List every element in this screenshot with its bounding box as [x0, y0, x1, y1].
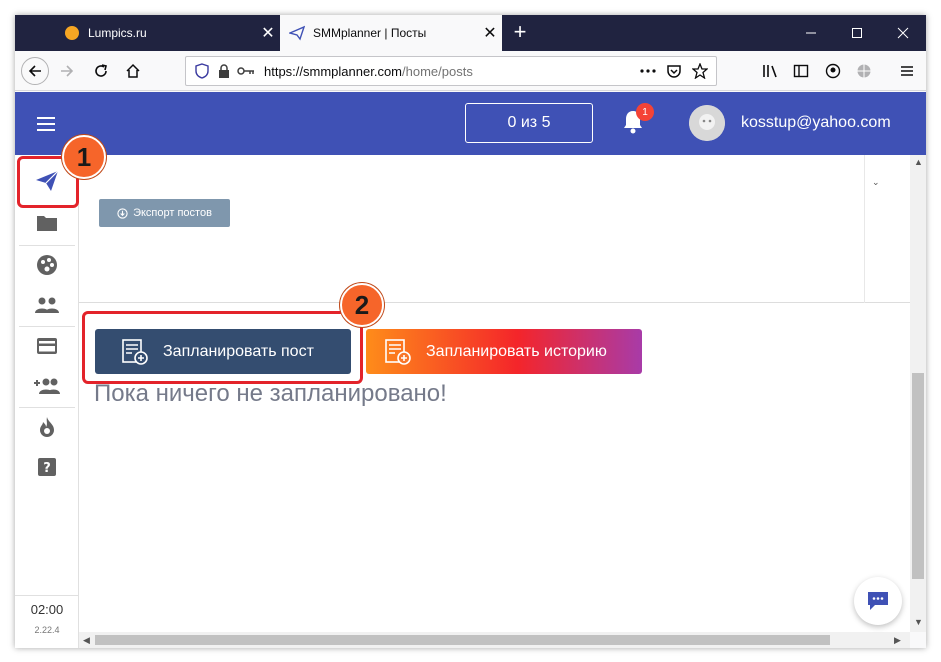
tab-close-icon[interactable]: ✕ — [478, 23, 502, 43]
pocket-icon[interactable] — [664, 61, 684, 81]
scroll-right-arrow-icon[interactable]: ▶ — [894, 635, 901, 646]
user-avatar[interactable] — [689, 105, 725, 141]
horizontal-scroll-thumb[interactable] — [95, 635, 830, 645]
forward-button[interactable] — [53, 57, 81, 85]
maximize-button[interactable] — [834, 15, 880, 51]
arrow-right-icon — [61, 65, 74, 77]
scroll-down-arrow-icon[interactable]: ▼ — [914, 617, 923, 627]
arrow-left-icon — [28, 65, 41, 77]
home-icon — [126, 63, 140, 78]
lumpics-favicon-icon — [64, 25, 80, 41]
url-host: https://smmplanner.com — [264, 63, 402, 79]
tab-strip: Lumpics.ru ✕ SMMplanner | Посты ✕ + — [15, 15, 926, 51]
help-icon: ? — [38, 458, 56, 476]
hamburger-icon — [901, 66, 913, 76]
highlight-box-schedule-post — [82, 311, 363, 384]
schedule-story-label: Запланировать историю — [426, 342, 607, 360]
sidebar-item-promo[interactable] — [15, 407, 79, 447]
more-actions-icon[interactable] — [638, 61, 658, 81]
vertical-scrollbar[interactable]: ▲ ▼ — [910, 155, 926, 632]
sidebar-item-social[interactable] — [15, 245, 79, 285]
menu-button[interactable] — [893, 57, 921, 85]
browser-window: Lumpics.ru ✕ SMMplanner | Посты ✕ + http… — [15, 15, 926, 648]
minimize-button[interactable] — [788, 15, 834, 51]
posts-counter-button[interactable]: 0 из 5 — [465, 103, 593, 143]
home-button[interactable] — [119, 57, 147, 85]
tab-smmplanner[interactable]: SMMplanner | Посты ✕ — [280, 15, 502, 51]
account-icon — [825, 63, 841, 79]
user-email[interactable]: kosstup@yahoo.com — [741, 114, 891, 132]
empty-state-message: Пока ничего не запланировано! — [94, 380, 447, 407]
sidebar-toggle-button[interactable] — [787, 57, 815, 85]
new-tab-button[interactable]: + — [508, 21, 532, 45]
fire-icon — [40, 417, 54, 437]
add-story-icon — [385, 338, 411, 365]
sidebar-item-invite[interactable] — [15, 366, 79, 406]
notification-badge: 1 — [636, 103, 654, 121]
tab-lumpics[interactable]: Lumpics.ru ✕ — [55, 15, 280, 51]
vertical-scroll-thumb[interactable] — [912, 373, 924, 579]
tab-title: SMMplanner | Посты — [313, 26, 427, 40]
schedule-story-button[interactable]: Запланировать историю — [366, 329, 642, 374]
horizontal-scrollbar[interactable]: ◀ ▶ — [79, 632, 910, 648]
people-icon — [35, 297, 59, 313]
tab-title: Lumpics.ru — [88, 26, 147, 40]
app-header: 0 из 5 1 kosstup@yahoo.com — [15, 92, 926, 155]
sidebar-item-folders[interactable] — [15, 203, 79, 243]
globe-icon — [857, 64, 871, 78]
globe-button[interactable] — [850, 57, 878, 85]
chat-button[interactable] — [854, 577, 902, 625]
scroll-left-arrow-icon[interactable]: ◀ — [83, 635, 90, 646]
scroll-up-arrow-icon[interactable]: ▲ — [914, 157, 923, 167]
palette-icon — [37, 255, 57, 275]
add-people-icon — [34, 378, 60, 394]
main-content: Экспорт постов ⌄ Запланировать пост Запл… — [79, 155, 910, 632]
inner-scrollbar[interactable]: ⌄ — [864, 155, 910, 303]
smmplanner-favicon-icon — [289, 25, 305, 41]
sidebar: ? 02:00 2.22.4 — [15, 155, 79, 648]
url-path: /home/posts — [402, 63, 473, 79]
chat-icon — [868, 592, 888, 610]
reload-icon — [95, 64, 107, 77]
step-marker-2: 2 — [340, 283, 384, 327]
export-panel: Экспорт постов ⌄ — [79, 155, 910, 303]
account-button[interactable] — [819, 57, 847, 85]
export-posts-button[interactable]: Экспорт постов — [99, 199, 230, 227]
chevron-down-icon[interactable]: ⌄ — [872, 177, 880, 188]
library-button[interactable] — [757, 57, 785, 85]
library-icon — [763, 65, 777, 78]
menu-toggle-icon[interactable] — [37, 117, 55, 131]
bookmark-star-icon[interactable] — [690, 61, 710, 81]
export-posts-label: Экспорт постов — [133, 207, 212, 219]
lock-icon[interactable] — [214, 61, 234, 81]
reload-button[interactable] — [87, 57, 115, 85]
back-button[interactable] — [21, 57, 49, 85]
shield-icon[interactable] — [192, 61, 212, 81]
app-version: 2.22.4 — [34, 625, 60, 635]
folder-icon — [37, 216, 57, 231]
tab-close-icon[interactable]: ✕ — [256, 23, 280, 43]
sidebar-item-help[interactable]: ? — [15, 447, 79, 487]
sidebar-item-accounts[interactable] — [15, 285, 79, 325]
url-text: https://smmplanner.com/home/posts — [264, 64, 632, 79]
url-bar[interactable]: https://smmplanner.com/home/posts — [185, 56, 717, 86]
credit-card-icon — [37, 338, 57, 354]
key-icon[interactable] — [236, 61, 256, 81]
sidebar-icon — [793, 64, 809, 78]
sidebar-item-billing[interactable] — [15, 326, 79, 366]
close-window-button[interactable] — [880, 15, 926, 51]
step-marker-1: 1 — [62, 135, 106, 179]
svg-text:?: ? — [43, 461, 51, 476]
navigation-bar: https://smmplanner.com/home/posts — [15, 51, 926, 91]
clock-time: 02:00 — [30, 602, 64, 617]
download-icon — [117, 207, 128, 219]
